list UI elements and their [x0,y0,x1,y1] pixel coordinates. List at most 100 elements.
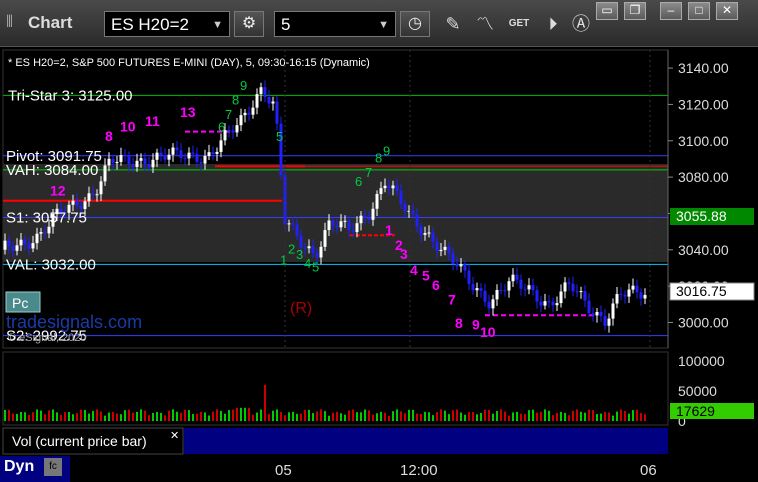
dynamic-mode[interactable]: Dyn [4,458,34,476]
close-button[interactable]: ✕ [716,2,738,20]
count-magenta: 6 [432,277,440,293]
volume-bar [152,413,154,421]
volume-bar [508,415,510,421]
chevron-down-icon[interactable]: ▼ [212,12,223,38]
candle-body [167,154,171,160]
candle-body [507,281,511,291]
volume-bar [108,412,110,421]
settings-button[interactable]: ⚙ [234,11,264,37]
candle-body [551,301,555,306]
candle-body [211,152,215,154]
volume-bar [160,412,162,421]
candle-body [87,193,91,202]
candle-body [623,294,627,297]
count-green: 6 [355,174,362,189]
volume-legend-label: Vol (current price bar) [12,433,147,449]
candle-body [455,263,459,267]
volume-bar [276,409,278,421]
price-chart[interactable]: 810 1113121234 5678 9 109876512 34 5678 9 3140.… [0,47,758,482]
volume-bar [336,411,338,421]
alert-icon[interactable]: Ⓐ [568,12,594,36]
get-icon[interactable]: GET [506,12,532,36]
candle-body [511,274,515,282]
candle-body [451,253,455,264]
restore-button[interactable]: ❐ [624,2,646,20]
chevron-down-icon[interactable]: ▼ [378,12,389,38]
volume-bar [224,413,226,421]
candle-body [151,159,155,168]
volume-bar [240,407,242,421]
volume-bar [532,409,534,421]
pc-badge-label: Pc [12,295,28,311]
volume-bar [32,412,34,421]
candle-body [599,311,603,317]
candle-body [175,147,179,151]
indicator-icon[interactable]: 〽 [472,12,498,36]
volume-bar [484,409,486,421]
link-button[interactable]: ▭ [596,2,618,20]
candle-body [339,221,343,228]
play-icon[interactable]: ⏵ [540,12,566,36]
candle-body [519,279,523,289]
volume-bar [420,413,422,421]
volume-bar [388,415,390,421]
count-magenta: 4 [410,262,418,278]
candle-body [391,185,395,189]
volume-bar [156,411,158,421]
interval-input[interactable]: 5 ▼ [274,11,396,37]
volume-bar [644,414,646,421]
volume-bar [184,409,186,421]
volume-bar [556,412,558,421]
candle-body [287,223,291,225]
volume-bar [180,412,182,421]
volume-bar [12,413,14,421]
candle-body [487,301,491,309]
volume-bar [416,413,418,421]
volume-bar [132,412,134,421]
candle-body [475,288,479,291]
count-magenta: 3 [400,246,408,262]
volume-bar [16,414,18,421]
candle-body [299,235,303,248]
minimize-button[interactable]: – [660,2,682,20]
symbol-input[interactable]: ES H20=2 ▼ [104,11,230,37]
candle-body [19,239,23,246]
volume-bar [84,410,86,421]
close-icon[interactable]: ✕ [170,430,179,442]
candle-body [127,155,131,165]
volume-bar [528,410,530,421]
volume-bar [488,410,490,421]
volume-bar [352,409,354,421]
candle-body [203,156,207,164]
volume-bar [308,409,310,421]
volume-bar [116,413,118,421]
candle-body [131,164,135,167]
candle-body [427,232,431,234]
maximize-button[interactable]: □ [688,2,710,20]
volume-bar [204,412,206,421]
pencil-icon[interactable]: ✎ [440,12,466,36]
volume-bar [624,411,626,421]
candle-body [371,208,375,220]
grip-icon[interactable]: ⦀ [6,14,13,32]
volume-bar [616,411,618,421]
level-label: Tri-Star 3: 3125.00 [8,87,133,104]
volume-bar [128,409,130,421]
reversal-mark: (R) [290,300,312,317]
candle-body [523,288,527,290]
volume-bar [448,414,450,421]
time-button[interactable]: ◷ [400,11,430,37]
window-title: Chart [28,13,73,32]
fc-icon[interactable]: fc [44,458,62,476]
volume-bar [384,412,386,421]
volume-bar [144,410,146,421]
candle-body [631,285,635,290]
volume-bar [64,412,66,421]
volume-bar [320,409,322,421]
volume-bar [316,411,318,421]
volume-bar [208,415,210,421]
volume-bar [268,414,270,421]
count-magenta: 8 [455,315,463,331]
volume-bar [552,415,554,421]
volume-bar [256,412,258,421]
